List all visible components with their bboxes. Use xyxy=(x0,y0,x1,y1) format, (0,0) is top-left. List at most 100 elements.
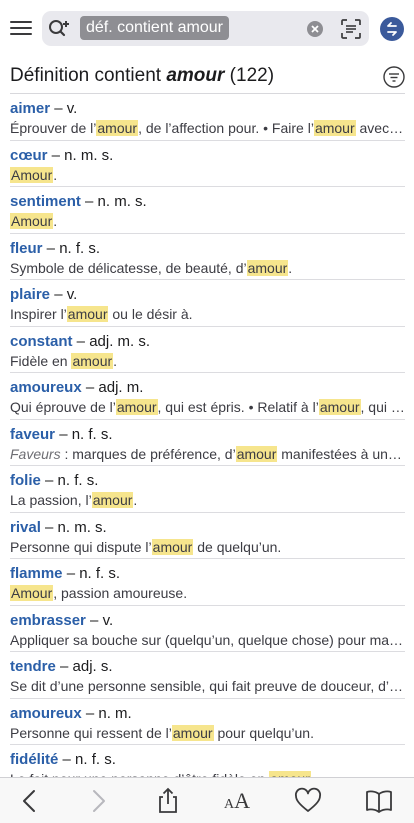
entry-definition: Fidèle en amour. xyxy=(10,352,405,371)
entry-term: fidélité xyxy=(10,751,59,768)
entry-definition: Personne qui ressent de l’amour pour que… xyxy=(10,724,405,743)
filter-icon[interactable] xyxy=(383,66,405,88)
entry-definition: Amour. xyxy=(10,166,405,185)
definition-text: . xyxy=(113,352,118,369)
list-item[interactable]: fidélité – n. f. s. Le fait pour une pers… xyxy=(10,745,405,777)
entry-definition: Personne qui dispute l’amour de quelqu’u… xyxy=(10,538,405,557)
entry-grammar: – adj. m. xyxy=(81,379,144,396)
list-item[interactable]: cœur – n. m. s. Amour. xyxy=(10,141,405,187)
definition-text: . xyxy=(53,166,58,183)
results-header: Définition contient amour (122) xyxy=(10,63,370,89)
definition-text: Éprouver de l’ xyxy=(10,120,97,136)
highlight-match: amour xyxy=(91,492,134,508)
entry-term: folie xyxy=(10,472,41,489)
back-chevron-icon[interactable] xyxy=(16,787,44,815)
results-list[interactable]: aimer – v. Éprouver de l’amour, de l’affe… xyxy=(0,94,414,777)
definition-text: manifestées à une personne. xyxy=(281,445,405,462)
entry-grammar: – n. m. s. xyxy=(80,193,147,210)
list-item[interactable]: amoureux – n. m. Personne qui ressent de … xyxy=(10,699,405,745)
highlight-match: amour xyxy=(246,259,289,276)
highlight-match: amour xyxy=(66,306,109,322)
definition-text: , qui exprime l’amour. xyxy=(360,399,405,415)
book-icon[interactable] xyxy=(365,787,393,815)
entry-heading: cœur – n. m. s. xyxy=(10,146,113,166)
entry-heading: rival – n. m. s. xyxy=(10,518,107,538)
entry-definition: Faveurs : marques de préférence, d’amour… xyxy=(10,445,405,464)
clear-icon[interactable] xyxy=(306,20,324,38)
entry-definition: Appliquer sa bouche sur (quelqu’un, quel… xyxy=(10,631,405,650)
highlight-match: amour xyxy=(71,352,114,369)
entry-definition: La passion, l’amour. xyxy=(10,491,405,510)
list-item[interactable]: embrasser – v. Appliquer sa bouche sur (q… xyxy=(10,606,405,652)
list-item[interactable]: aimer – v. Éprouver de l’amour, de l’affe… xyxy=(10,94,405,141)
definition-text: Inspirer l’ xyxy=(10,306,67,322)
entry-grammar: – adj. m. s. xyxy=(72,332,151,350)
text-size-large-label: A xyxy=(234,788,251,813)
list-item[interactable]: folie – n. f. s. La passion, l’amour. xyxy=(10,466,405,513)
entry-heading: plaire – v. xyxy=(10,285,77,305)
list-item[interactable]: rival – n. m. s. Personne qui dispute l’a… xyxy=(10,513,405,559)
list-item[interactable]: faveur – n. f. s. Faveurs : marques de pr… xyxy=(10,420,405,466)
text-size-small-label: A xyxy=(224,797,235,812)
top-bar: déf. contient amour xyxy=(0,0,414,58)
list-item[interactable]: fleur – n. f. s. Symbole de délicatesse, … xyxy=(10,234,405,280)
entry-grammar: – n. f. s. xyxy=(55,425,113,443)
list-item[interactable]: flamme – n. f. s. Amour, passion amoureus… xyxy=(10,559,405,606)
list-item[interactable]: plaire – v. Inspirer l’amour ou le désir … xyxy=(10,280,405,327)
results-count: (122) xyxy=(224,65,275,86)
entry-grammar: – n. f. s. xyxy=(58,751,116,768)
highlight-match: amour xyxy=(171,724,214,741)
forward-chevron-icon[interactable] xyxy=(84,787,112,815)
entry-grammar: – v. xyxy=(50,100,78,117)
definition-text: , de l’affection pour. • Faire l’ xyxy=(138,120,314,136)
share-icon[interactable] xyxy=(154,787,182,815)
entry-heading: aimer – v. xyxy=(10,99,77,119)
entry-heading: fleur – n. f. s. xyxy=(10,239,100,259)
entry-grammar: – n. m. xyxy=(81,704,132,722)
entry-heading: constant – adj. m. s. xyxy=(10,332,150,352)
history-back-icon[interactable] xyxy=(380,17,404,41)
entry-definition: Inspirer l’amour ou le désir à. xyxy=(10,305,405,324)
highlight-match: amour xyxy=(235,445,278,462)
definition-text: Appliquer sa bouche sur (quelqu’un, quel… xyxy=(10,631,405,648)
definition-text: , passion amoureuse. xyxy=(53,585,188,601)
highlight-match: Amour xyxy=(10,213,54,229)
search-add-icon[interactable] xyxy=(48,19,70,39)
list-item[interactable]: amoureux – adj. m. Qui éprouve de l’amour… xyxy=(10,373,405,420)
definition-text: , qui est épris. • Relatif à l’ xyxy=(157,399,319,415)
entry-definition: Symbole de délicatesse, de beauté, d’amo… xyxy=(10,259,405,278)
definition-text: de quelqu’un. xyxy=(193,538,282,555)
definition-text: . xyxy=(288,259,293,276)
definition-text: Symbole de délicatesse, de beauté, d’ xyxy=(10,259,247,276)
definition-text: Qui éprouve de l’ xyxy=(10,399,116,415)
entry-term: constant xyxy=(10,332,73,350)
search-field[interactable]: déf. contient amour xyxy=(42,11,369,46)
definition-text: ou le désir à. xyxy=(108,306,193,322)
list-item[interactable]: sentiment – n. m. s. Amour. xyxy=(10,187,405,234)
entry-term: sentiment xyxy=(10,193,81,210)
entry-term: fleur xyxy=(10,239,43,257)
entry-definition: Le fait pour une personne d’être fidèle … xyxy=(10,770,405,777)
highlight-match: amour xyxy=(96,120,139,136)
definition-text: pour quelqu’un. xyxy=(213,724,314,741)
search-query-chip[interactable]: déf. contient amour xyxy=(80,16,229,40)
menu-icon[interactable] xyxy=(10,21,32,37)
definition-text: : marques de préférence, d’ xyxy=(60,445,236,462)
heart-icon[interactable] xyxy=(294,787,322,815)
highlight-match: amour xyxy=(115,399,158,415)
entry-heading: amoureux – adj. m. xyxy=(10,378,143,398)
highlight-match: amour xyxy=(151,538,194,555)
entry-definition: Se dit d’une personne sensible, qui fait… xyxy=(10,677,405,696)
list-item[interactable]: constant – adj. m. s. Fidèle en amour. xyxy=(10,327,405,373)
entry-heading: amoureux – n. m. xyxy=(10,704,132,724)
text-scan-icon[interactable] xyxy=(340,18,362,40)
entry-heading: sentiment – n. m. s. xyxy=(10,192,147,212)
list-item[interactable]: tendre – adj. s. Se dit d’une personne se… xyxy=(10,652,405,699)
text-size-button[interactable]: AA xyxy=(224,787,254,815)
highlight-match: amour xyxy=(313,120,356,136)
definition-text: . xyxy=(53,213,58,229)
definition-text: Personne qui ressent de l’ xyxy=(10,724,172,741)
entry-heading: tendre – adj. s. xyxy=(10,657,113,677)
definition-text: La passion, l’ xyxy=(10,492,92,508)
definition-italic: Faveurs xyxy=(10,445,61,462)
